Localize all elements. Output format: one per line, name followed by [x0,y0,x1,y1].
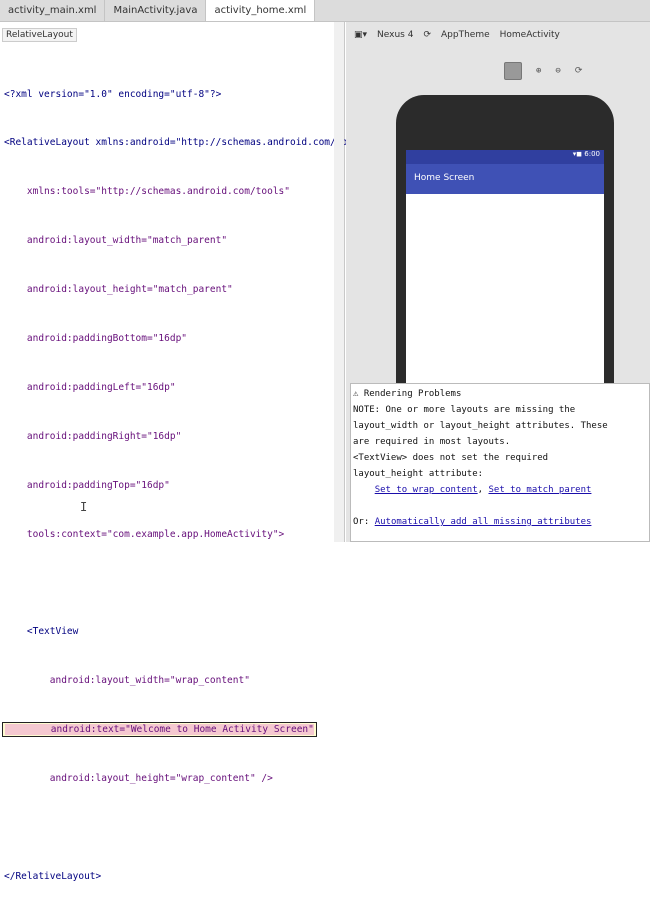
zoom-out-icon[interactable]: ⊖ [555,66,560,76]
issue-text: <TextView> does not set the required [353,453,549,463]
issues-header: Rendering Problems [363,389,462,399]
zoom-in-icon[interactable]: ⊕ [536,66,541,76]
device-frame: ▾◼ 6:00 Home Screen [396,95,614,415]
issue-text: are required in most layouts. [353,437,511,447]
app-bar-title: Home Screen [406,164,604,194]
theme-selector[interactable]: AppTheme [441,30,490,40]
or-label: Or: [353,517,375,527]
activity-selector[interactable]: HomeActivity [500,30,560,40]
refresh-icon[interactable]: ⟳ [575,66,583,76]
add-missing-attributes-link[interactable]: Automatically add all missing attributes [375,517,592,527]
highlighted-code-line: android:text="Welcome to Home Activity S… [5,724,314,736]
zoom-fit-button[interactable] [504,62,522,80]
status-bar: ▾◼ 6:00 [406,150,604,164]
issue-text: layout_height attribute: [353,469,484,479]
text-cursor-icon: I [80,500,88,514]
warning-icon: ⚠ [353,389,364,399]
issue-text: NOTE: One or more layouts are missing th… [353,405,576,415]
set-match-parent-link[interactable]: Set to match_parent [488,485,591,495]
layout-icon[interactable]: ▣▾ [354,30,367,40]
device-screen: ▾◼ 6:00 Home Screen [406,150,604,415]
separator: , [477,485,489,495]
set-wrap-content-link[interactable]: Set to wrap_content [375,485,478,495]
device-selector[interactable]: Nexus 4 [377,30,413,40]
code-editor[interactable]: RelativeLayout <?xml version="1.0" encod… [0,22,427,882]
preview-panel: ▣▾ Nexus 4 ⟳ AppTheme HomeActivity ⊕ ⊖ ⟳… [346,22,650,542]
issue-text: layout_width or layout_height attributes… [353,421,608,431]
tab-main-activity[interactable]: MainActivity.java [105,0,207,21]
tab-activity-home[interactable]: activity_home.xml [206,0,316,21]
code-line: </RelativeLayout> [4,870,102,882]
preview-toolbar: ▣▾ Nexus 4 ⟳ AppTheme HomeActivity [354,30,560,40]
tab-activity-main[interactable]: activity_main.xml [0,0,106,21]
rendering-problems-panel: ⚠ Rendering Problems NOTE: One or more l… [350,383,650,542]
code-line: android:layout_width="wrap_content" [4,675,250,687]
orientation-icon[interactable]: ⟳ [423,30,431,40]
code-line: android:layout_height="wrap_content" /> [4,773,273,785]
editor-scrollbar[interactable] [334,22,344,542]
zoom-toolbar: ⊕ ⊖ ⟳ [504,62,582,80]
editor-tabs: activity_main.xml MainActivity.java acti… [0,0,650,22]
breadcrumb[interactable]: RelativeLayout [2,28,77,42]
code-line: <TextView [4,626,79,638]
